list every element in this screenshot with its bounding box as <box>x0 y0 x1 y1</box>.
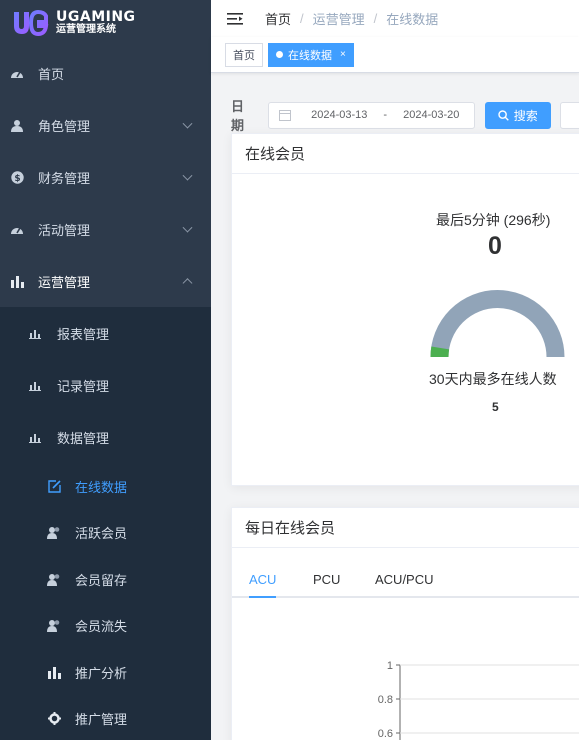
sidebar-item-activity[interactable]: 活动管理 <box>0 203 211 255</box>
sidebar-subitem-label: 记录管理 <box>57 378 110 394</box>
edit-icon <box>47 479 61 493</box>
sidebar-leaf-label: 推广分析 <box>75 665 128 681</box>
chevron-down-icon <box>182 170 193 181</box>
sidebar-subitem-label: 数据管理 <box>57 430 110 446</box>
sidebar-subitem-reports[interactable]: 报表管理 <box>0 307 211 359</box>
sidebar-item-label: 财务管理 <box>38 170 91 186</box>
users-icon <box>47 619 61 633</box>
card-title: 在线会员 <box>232 134 579 174</box>
chevron-down-icon <box>182 118 193 129</box>
dashboard-icon <box>9 65 25 81</box>
sidebar-leaf-promo-analysis[interactable]: 推广分析 <box>0 649 211 696</box>
search-button[interactable]: 搜索 <box>484 101 551 129</box>
main-content: 首页 / 运营管理 / 在线数据 首页 在线数据 × 日期 2024-03-13… <box>211 0 579 740</box>
sidebar-item-operations[interactable]: 运营管理 <box>0 255 211 307</box>
bar-chart-icon <box>28 326 42 340</box>
last5-label: 最后5分钟 (296秒) <box>436 212 551 228</box>
sidebar-leaf-churn[interactable]: 会员流失 <box>0 602 211 649</box>
y-tick-label: 1 <box>387 660 393 672</box>
sidebar: UGAMING 运营管理系统 首页 角色管理 $ 财务管理 活动管理 运营管理 … <box>0 0 211 740</box>
tab-acu-pcu[interactable]: ACU/PCU <box>375 572 434 587</box>
bar-chart-icon <box>47 665 61 679</box>
sidebar-leaf-retention[interactable]: 会员留存 <box>0 556 211 603</box>
close-icon[interactable]: × <box>340 49 346 60</box>
online-members-card: 在线会员 最后5分钟 (296秒) 0 30天内最多在线人数 5 <box>231 133 579 486</box>
y-tick-label: 0.6 <box>378 728 393 740</box>
users-icon <box>47 572 61 586</box>
sidebar-leaf-label: 会员流失 <box>75 619 128 635</box>
date-end[interactable]: 2024-03-20 <box>403 109 459 121</box>
date-start[interactable]: 2024-03-13 <box>311 109 367 121</box>
user-icon <box>9 117 25 133</box>
sidebar-leaf-label: 在线数据 <box>75 479 128 495</box>
chevron-up-icon <box>182 278 193 289</box>
breadcrumb: 首页 / 运营管理 / 在线数据 <box>265 9 438 28</box>
y-tick-label: 0.8 <box>378 694 393 706</box>
sidebar-leaf-label: 推广管理 <box>75 712 128 728</box>
tag-label: 首页 <box>233 49 255 62</box>
date-label: 日期 <box>231 99 245 133</box>
bar-chart-icon <box>28 378 42 392</box>
last5-value: 0 <box>488 232 502 260</box>
sidebar-item-label: 运营管理 <box>38 274 91 290</box>
breadcrumb-current: 在线数据 <box>386 12 439 27</box>
breadcrumb-separator: / <box>373 11 378 26</box>
svg-text:$: $ <box>14 174 20 184</box>
calendar-icon <box>279 109 292 121</box>
sidebar-item-finance[interactable]: $ 财务管理 <box>0 151 211 203</box>
brand-logo[interactable]: UGAMING 运营管理系统 <box>0 0 211 45</box>
hamburger-icon[interactable] <box>227 12 243 26</box>
active-dot-icon <box>276 51 283 58</box>
tag-label: 在线数据 <box>288 49 332 62</box>
sidebar-subitem-records[interactable]: 记录管理 <box>0 359 211 411</box>
filter-form: 日期 2024-03-13 - 2024-03-20 搜索 <box>231 96 579 134</box>
sidebar-item-home[interactable]: 首页 <box>0 47 211 99</box>
tab-acu[interactable]: ACU <box>249 572 276 587</box>
breadcrumb-home[interactable]: 首页 <box>265 9 291 28</box>
search-icon <box>498 109 509 121</box>
gear-icon <box>47 712 61 726</box>
chevron-down-icon <box>182 222 193 233</box>
brand-subtitle: 运营管理系统 <box>56 23 116 35</box>
date-separator: - <box>383 109 388 121</box>
tags-view: 首页 在线数据 × <box>211 37 579 73</box>
breadcrumb-operations: 运营管理 <box>312 12 365 27</box>
logo-icon <box>10 8 50 38</box>
tab-active-indicator <box>249 596 276 598</box>
sidebar-leaf-active-members[interactable]: 活跃会员 <box>0 509 211 556</box>
sidebar-item-label: 活动管理 <box>38 222 91 238</box>
peak-value: 5 <box>492 400 499 414</box>
sidebar-subitem-data[interactable]: 数据管理 <box>0 411 211 463</box>
bar-chart-icon <box>9 273 25 289</box>
search-button-label: 搜索 <box>513 108 538 123</box>
gauge-fill <box>430 346 450 358</box>
top-navbar: 首页 / 运营管理 / 在线数据 <box>211 0 579 37</box>
sidebar-leaf-label: 会员留存 <box>75 572 128 588</box>
sidebar-leaf-label: 活跃会员 <box>75 526 128 542</box>
secondary-button[interactable] <box>559 101 579 129</box>
daily-online-chart: 1 0.8 0.6 <box>378 660 579 740</box>
tag-online-data[interactable]: 在线数据 × <box>268 42 354 67</box>
sidebar-item-label: 首页 <box>38 66 65 82</box>
tab-pcu[interactable]: PCU <box>313 572 340 587</box>
sidebar-item-label: 角色管理 <box>38 118 91 134</box>
daily-online-card: 每日在线会员 ACU PCU ACU/PCU 1 0.8 0.6 <box>231 507 579 740</box>
sidebar-item-roles[interactable]: 角色管理 <box>0 99 211 151</box>
chart-tabs: ACU PCU ACU/PCU <box>232 566 579 598</box>
gauge-track <box>430 290 565 358</box>
dashboard-icon <box>9 221 25 237</box>
tag-home[interactable]: 首页 <box>225 42 263 67</box>
users-icon <box>47 526 61 540</box>
peak-label: 30天内最多在线人数 <box>429 371 557 387</box>
sidebar-leaf-online-data[interactable]: 在线数据 <box>0 463 211 510</box>
brand-title: UGAMING <box>56 8 136 25</box>
sidebar-subitem-label: 报表管理 <box>57 326 110 342</box>
breadcrumb-separator: / <box>300 11 304 26</box>
card-title: 每日在线会员 <box>232 508 579 548</box>
sidebar-leaf-promo-management[interactable]: 推广管理 <box>0 695 211 740</box>
online-gauge <box>430 290 565 358</box>
date-range-picker[interactable]: 2024-03-13 - 2024-03-20 <box>268 101 475 129</box>
bar-chart-icon <box>28 430 42 444</box>
dollar-icon: $ <box>9 169 25 185</box>
